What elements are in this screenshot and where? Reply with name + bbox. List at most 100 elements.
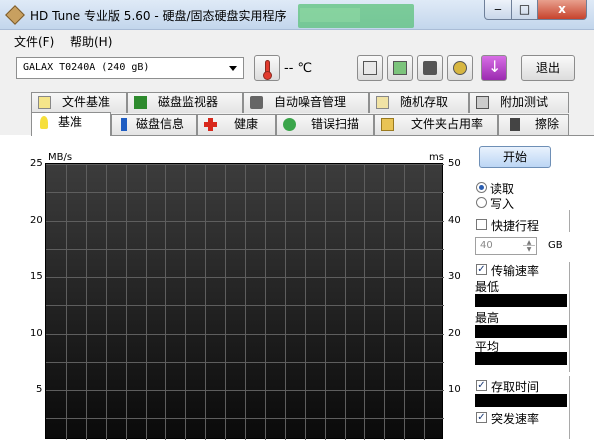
exit-button[interactable]: 退出 [521,55,575,81]
thermometer-icon [254,55,280,81]
tab-label: 自动噪音管理 [274,95,347,109]
random-access-icon [376,96,389,109]
copy-icon [363,61,377,75]
download-arrow-icon: ↓ [488,57,502,76]
left-axis-tick: 25 [30,158,43,169]
tab-label: 随机存取 [400,95,449,109]
overlay-blur-highlight [300,8,360,22]
extra-tests-icon [476,96,489,109]
left-axis-tick: 5 [36,384,43,395]
left-axis-tick: 20 [30,214,43,226]
right-axis-unit: ms [429,152,444,163]
chevron-down-icon [229,66,237,71]
speaker-icon [250,96,263,109]
shortstroke-label: 快捷行程 [491,219,540,233]
minimize-button[interactable]: ‒ [484,0,512,20]
health-cross-icon [204,118,217,131]
app-icon [5,5,25,25]
divider [569,210,570,232]
tab-label: 磁盘监视器 [158,95,219,109]
right-axis-tick: 10 [448,384,461,395]
read-radio[interactable] [476,182,487,193]
min-label: 最低 [475,280,500,294]
tab-label: 错误扫描 [311,117,360,131]
temperature-readout: -- ℃ [284,61,313,76]
tab-label: 文件基准 [62,95,111,109]
trash-icon [510,118,520,131]
copy-all-button[interactable] [387,55,413,81]
transfer-rate-checkbox[interactable]: ✓ [476,264,487,275]
left-axis-tick: 10 [30,327,43,339]
magnifier-icon [283,118,296,131]
tab-label: 磁盘信息 [136,117,185,131]
burst-rate-checkbox[interactable]: ✓ [476,412,487,423]
tab-file-benchmark[interactable]: 文件基准 [31,92,127,113]
tab-label: 文件夹占用率 [411,117,484,131]
access-time-value-box [475,394,567,407]
chart-grid [46,164,444,440]
max-value-box [475,325,567,338]
tab-aam[interactable]: 自动噪音管理 [243,92,369,113]
info-icon [121,118,127,131]
write-label: 写入 [490,197,515,211]
tab-label: 擦除 [535,117,560,131]
min-value-box [475,294,567,307]
screenshot-button[interactable] [417,55,443,81]
menu-help[interactable]: 帮助(H) [70,33,112,50]
menu-file[interactable]: 文件(F) [14,33,54,50]
shortstroke-checkbox[interactable] [476,219,487,230]
tab-extra-tests[interactable]: 附加测试 [469,92,569,113]
right-axis-tick: 50 [448,158,461,169]
tab-health[interactable]: 健康 [197,114,276,135]
folder-icon [381,118,394,131]
left-axis-tick: 15 [30,271,43,282]
close-button[interactable]: x [537,0,587,20]
file-benchmark-icon [38,96,51,109]
window-title: HD Tune 专业版 5.60 - 硬盘/固态硬盘实用程序 [30,9,287,23]
shortstroke-value: 40 [480,240,493,251]
camera-icon [423,61,437,75]
tab-label: 健康 [234,117,259,131]
title-bar: HD Tune 专业版 5.60 - 硬盘/固态硬盘实用程序 ‒ □ x [0,0,594,30]
drive-select-value: GALAX T0240A (240 gB) [23,62,150,73]
divider [569,376,570,439]
shortstroke-spinner[interactable]: 40 ▲ ▼ [475,237,537,255]
maximize-button[interactable]: □ [511,0,538,20]
disk-monitor-icon [134,96,147,109]
left-axis-unit: MB/s [48,152,73,163]
tab-label: 附加测试 [500,95,549,109]
tab-random-access[interactable]: 随机存取 [369,92,469,113]
burst-rate-label: 突发速率 [491,412,540,426]
menu-bar: 文件(F) 帮助(H) [0,30,594,51]
avg-value-box [475,352,567,365]
write-radio[interactable] [476,197,487,208]
start-button[interactable]: 开始 [479,146,551,168]
tab-benchmark[interactable]: 基准 [31,112,111,136]
benchmark-chart [45,163,444,440]
access-time-checkbox[interactable]: ✓ [476,380,487,391]
max-label: 最高 [475,311,500,325]
drive-select[interactable]: GALAX T0240A (240 gB) [16,57,244,79]
tools-icon [453,61,467,75]
right-axis-tick: 20 [448,327,461,339]
tab-erase[interactable]: 擦除 [498,114,569,135]
lightbulb-icon [40,116,48,129]
tab-disk-monitor[interactable]: 磁盘监视器 [127,92,243,113]
spin-down-icon[interactable]: ▼ [523,246,535,253]
right-axis-tick: 40 [448,214,461,226]
copy-info-button[interactable] [357,55,383,81]
save-button[interactable]: ↓ [481,55,507,81]
transfer-rate-label: 传输速率 [491,264,540,278]
copy-green-icon [393,61,407,75]
tab-strip: 文件基准 磁盘监视器 自动噪音管理 随机存取 附加测试 基准 磁盘信息 健康 错… [0,89,594,136]
divider [569,262,570,372]
tab-folder-usage[interactable]: 文件夹占用率 [374,114,498,135]
right-axis-tick: 30 [448,271,461,282]
gb-unit: GB [548,240,563,251]
spin-up-icon[interactable]: ▲ [523,239,535,246]
tab-error-scan[interactable]: 错误扫描 [276,114,374,135]
tab-disk-info[interactable]: 磁盘信息 [111,114,197,135]
options-button[interactable] [447,55,473,81]
access-time-label: 存取时间 [491,380,540,394]
tab-label: 基准 [58,115,83,129]
